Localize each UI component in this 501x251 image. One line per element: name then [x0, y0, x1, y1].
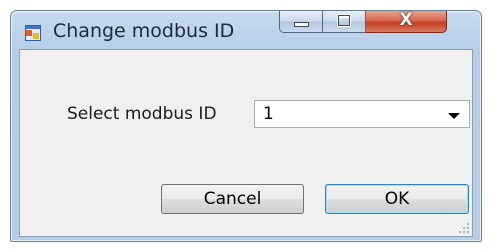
minimize-button[interactable] [279, 11, 323, 33]
resize-grip-icon[interactable] [459, 223, 469, 233]
title-bar[interactable]: Change modbus ID X [11, 10, 481, 49]
cancel-button[interactable]: Cancel [161, 184, 304, 214]
close-icon: X [399, 10, 413, 30]
caption-buttons: X [279, 10, 447, 33]
dialog-body: Select modbus ID 1 Cancel OK [19, 49, 473, 237]
ok-button[interactable]: OK [325, 184, 469, 214]
application-icon [25, 25, 41, 41]
dialog-window: Change modbus ID X Select modbus ID 1 Ca… [10, 10, 482, 242]
modbus-id-dropdown[interactable]: 1 [254, 100, 470, 128]
modbus-id-label: Select modbus ID [67, 104, 217, 124]
maximize-button[interactable] [323, 11, 366, 33]
dropdown-arrow-icon[interactable] [448, 113, 460, 119]
maximize-icon [338, 15, 350, 26]
close-button[interactable]: X [366, 10, 447, 33]
window-title: Change modbus ID [53, 20, 235, 42]
minimize-icon [294, 22, 309, 27]
modbus-id-selected-value: 1 [263, 104, 274, 124]
